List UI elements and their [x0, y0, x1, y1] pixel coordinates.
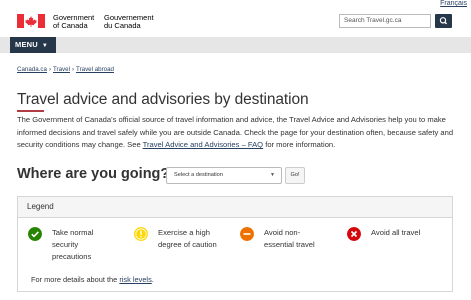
- wordmark-fr-line-2: du Canada: [104, 21, 141, 30]
- breadcrumb-travel-abroad[interactable]: Travel abroad: [76, 66, 114, 73]
- intro-text-end: for more information.: [263, 140, 336, 150]
- risk-levels-note-text: For more details about the: [31, 275, 120, 284]
- legend-panel: Legend Take normal security precautions …: [17, 196, 453, 292]
- wordmark-french: Gouvernement du Canada: [104, 14, 154, 30]
- legend-item-normal: Take normal security precautions: [52, 227, 93, 263]
- breadcrumb: Canada.ca › Travel › Travel abroad: [17, 66, 114, 73]
- legend-item-normal-line-1: Take normal: [52, 228, 94, 237]
- breadcrumb-separator: ›: [71, 66, 75, 73]
- search-icon: [439, 17, 448, 25]
- go-button[interactable]: Go!: [285, 167, 305, 184]
- canada-flag-logo: [17, 14, 45, 28]
- faq-link[interactable]: Travel Advice and Advisories – FAQ: [143, 140, 263, 149]
- wordmark-en-line-2: of Canada: [53, 21, 88, 30]
- legend-item-non-essential-line-1: Avoid non-: [264, 228, 301, 237]
- exclamation-circle-icon: [134, 227, 148, 241]
- destination-select-value: Select a destination: [174, 172, 223, 178]
- legend-item-normal-line-3: precautions: [52, 252, 92, 261]
- intro-paragraph: The Government of Canada's official sour…: [17, 114, 465, 152]
- legend-item-non-essential: Avoid non- essential travel: [264, 227, 315, 251]
- minus-circle-icon: [240, 227, 254, 241]
- breadcrumb-separator: ›: [48, 66, 51, 73]
- risk-levels-link[interactable]: risk levels: [119, 275, 151, 284]
- legend-item-normal-line-2: security: [52, 240, 79, 249]
- title-underline: [17, 110, 44, 112]
- menu-bar: [0, 37, 471, 53]
- legend-heading: Legend: [18, 197, 452, 218]
- chevron-down-icon: ▼: [41, 43, 49, 49]
- chevron-down-icon: ▼: [270, 172, 275, 178]
- check-circle-icon: [28, 227, 42, 241]
- legend-item-avoid-all-line-1: Avoid all travel: [371, 228, 421, 237]
- legend-item-avoid-all: Avoid all travel: [371, 227, 420, 239]
- legend-item-high-caution-line-1: Exercise a high: [158, 228, 210, 237]
- language-toggle-link[interactable]: Français: [440, 0, 467, 7]
- menu-label: MENU: [15, 40, 38, 49]
- legend-item-non-essential-line-2: essential travel: [264, 240, 315, 249]
- risk-levels-note: For more details about the risk levels.: [31, 275, 154, 284]
- breadcrumb-canada[interactable]: Canada.ca: [17, 66, 47, 73]
- page-title: Travel advice and advisories by destinat…: [17, 91, 309, 108]
- search-button[interactable]: [435, 14, 452, 28]
- x-circle-icon: [347, 227, 361, 241]
- wordmark-english: Government of Canada: [53, 14, 94, 30]
- destination-select[interactable]: Select a destination ▼: [166, 167, 282, 184]
- risk-levels-note-end: .: [151, 275, 154, 284]
- search-input[interactable]: Search Travel.gc.ca: [339, 14, 431, 28]
- legend-item-high-caution: Exercise a high degree of caution: [158, 227, 217, 251]
- menu-button[interactable]: MENU ▼: [10, 37, 56, 53]
- legend-item-high-caution-line-2: degree of caution: [158, 240, 217, 249]
- breadcrumb-travel[interactable]: Travel: [53, 66, 70, 73]
- where-heading: Where are you going?: [17, 166, 170, 182]
